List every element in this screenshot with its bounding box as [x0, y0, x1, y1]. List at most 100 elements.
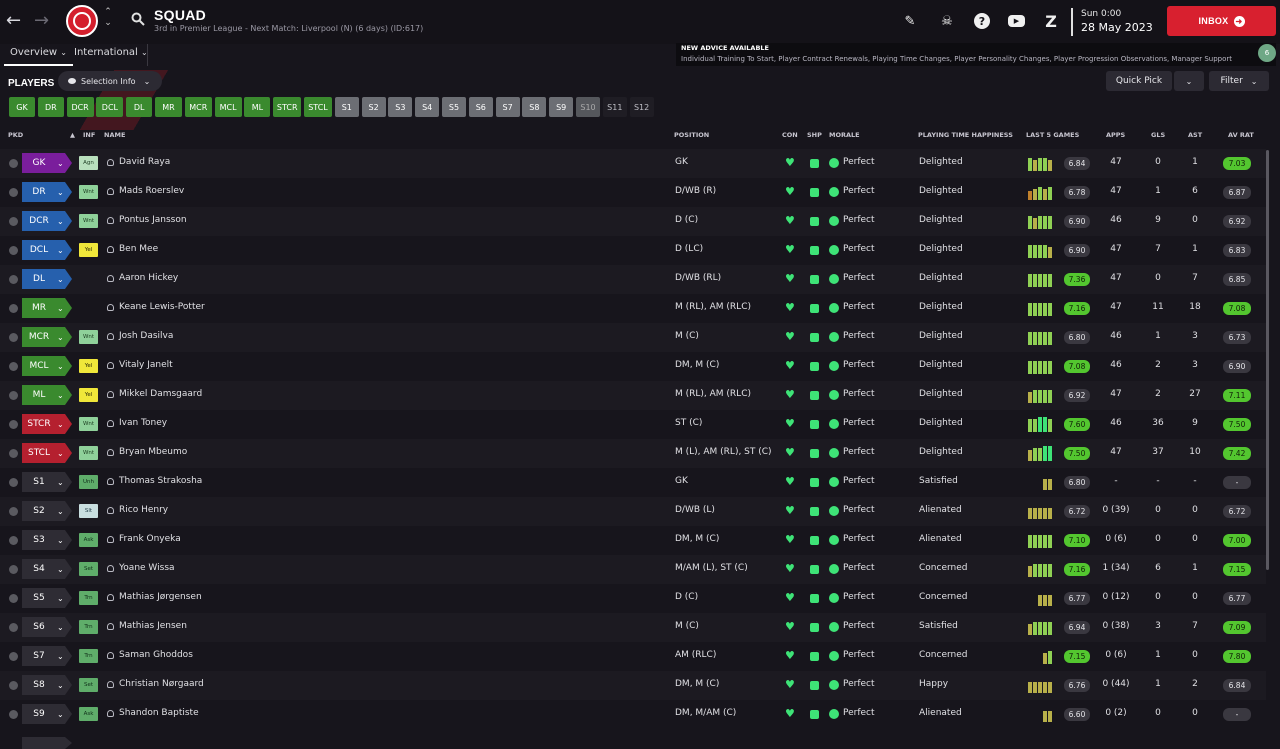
- player-name[interactable]: Pontus Jansson: [119, 215, 187, 225]
- player-name[interactable]: Ben Mee: [119, 244, 158, 254]
- table-row[interactable]: ML ⌄ Yel Mikkel Damsgaard M (RL), AM (RLC) ♥ P…: [0, 381, 1266, 410]
- position-selector[interactable]: MCR ⌄: [22, 327, 72, 347]
- advice-banner[interactable]: NEW ADVICE AVAILABLE Individual Training…: [676, 43, 1276, 66]
- player-name[interactable]: Mathias Jensen: [119, 621, 187, 631]
- influence-badge[interactable]: Yel: [79, 388, 98, 402]
- player-name[interactable]: Rico Henry: [119, 505, 168, 515]
- position-selector[interactable]: DCR ⌄: [22, 211, 72, 231]
- table-row[interactable]: S8 ⌄ Set Christian Nørgaard DM, M (C) ♥ Perfec…: [0, 671, 1266, 700]
- position-chip[interactable]: GK: [9, 97, 35, 117]
- influence-badge[interactable]: Trn: [79, 591, 98, 605]
- position-selector[interactable]: S5 ⌄: [22, 588, 72, 608]
- position-selector[interactable]: S6 ⌄: [22, 617, 72, 637]
- scrollbar[interactable]: [1266, 150, 1269, 570]
- position-chip[interactable]: S8: [522, 97, 547, 117]
- player-name[interactable]: Bryan Mbeumo: [119, 447, 187, 457]
- table-row[interactable]: GK ⌄ Agn David Raya GK ♥ Perfect Delighted 6.84 4…: [0, 149, 1266, 178]
- influence-badge[interactable]: Yel: [79, 243, 98, 257]
- position-chip[interactable]: DCL: [96, 97, 124, 117]
- filter-button[interactable]: Filter ⌄: [1209, 71, 1269, 91]
- video-play-icon[interactable]: ▶: [1008, 15, 1025, 27]
- skull-ball-icon[interactable]: ☠: [938, 12, 956, 30]
- influence-badge[interactable]: Trn: [79, 649, 98, 663]
- pick-checkbox[interactable]: [9, 594, 18, 603]
- forward-arrow-icon[interactable]: →: [34, 10, 49, 31]
- table-row-partial[interactable]: [0, 729, 1266, 749]
- position-selector[interactable]: STCL ⌄: [22, 443, 72, 463]
- table-row[interactable]: STCR ⌄ Wnt Ivan Toney ST (C) ♥ Perfect Delighte…: [0, 410, 1266, 439]
- table-row[interactable]: MR ⌄ Keane Lewis-Potter M (RL), AM (RLC) ♥ Pe…: [0, 294, 1266, 323]
- pick-checkbox[interactable]: [9, 652, 18, 661]
- influence-badge[interactable]: Set: [79, 562, 98, 576]
- table-row[interactable]: S5 ⌄ Trn Mathias Jørgensen D (C) ♥ Perfect Conc…: [0, 584, 1266, 613]
- col-inf[interactable]: INF: [83, 131, 95, 139]
- pick-checkbox[interactable]: [9, 333, 18, 342]
- pick-checkbox[interactable]: [9, 275, 18, 284]
- position-selector[interactable]: S1 ⌄: [22, 472, 72, 492]
- table-row[interactable]: S7 ⌄ Trn Saman Ghoddos AM (RLC) ♥ Perfect Conce…: [0, 642, 1266, 671]
- advice-count-badge[interactable]: 6: [1258, 44, 1276, 62]
- quick-pick-dropdown[interactable]: ⌄: [1174, 71, 1204, 91]
- position-chip[interactable]: MCR: [184, 97, 212, 117]
- position-chip[interactable]: S9: [549, 97, 574, 117]
- player-name[interactable]: Josh Dasilva: [119, 331, 173, 341]
- sort-asc-icon[interactable]: ▲: [70, 131, 75, 139]
- col-pkd[interactable]: PKD: [8, 131, 23, 139]
- search-icon[interactable]: [131, 12, 145, 26]
- influence-badge[interactable]: Slt: [79, 504, 98, 518]
- help-icon[interactable]: ?: [974, 13, 990, 29]
- table-row[interactable]: S2 ⌄ Slt Rico Henry D/WB (L) ♥ Perfect Alienate…: [0, 497, 1266, 526]
- player-name[interactable]: Christian Nørgaard: [119, 679, 204, 689]
- influence-badge[interactable]: Wnt: [79, 446, 98, 460]
- z-logo-icon[interactable]: Z: [1042, 12, 1060, 31]
- influence-badge[interactable]: Set: [79, 678, 98, 692]
- col-gls[interactable]: GLS: [1151, 131, 1165, 139]
- quick-pick-button[interactable]: Quick Pick: [1106, 71, 1172, 91]
- position-chip[interactable]: S3: [388, 97, 413, 117]
- position-selector[interactable]: STCR ⌄: [22, 414, 72, 434]
- col-con[interactable]: CON: [782, 131, 798, 139]
- table-row[interactable]: S9 ⌄ Ask Shandon Baptiste DM, M/AM (C) ♥ Perfe…: [0, 700, 1266, 729]
- player-name[interactable]: Saman Ghoddos: [119, 650, 193, 660]
- player-name[interactable]: Keane Lewis-Potter: [119, 302, 205, 312]
- influence-badge[interactable]: Wnt: [79, 330, 98, 344]
- col-shp[interactable]: SHP: [807, 131, 822, 139]
- tab-overview[interactable]: Overview ⌄: [4, 46, 73, 66]
- pick-checkbox[interactable]: [9, 507, 18, 516]
- position-chip[interactable]: S6: [468, 97, 493, 117]
- position-selector[interactable]: ML ⌄: [22, 385, 72, 405]
- pick-checkbox[interactable]: [9, 681, 18, 690]
- table-row[interactable]: MCL ⌄ Yel Vitaly Janelt DM, M (C) ♥ Perfect Del…: [0, 352, 1266, 381]
- table-row[interactable]: DCR ⌄ Wnt Pontus Jansson D (C) ♥ Perfect Deligh…: [0, 207, 1266, 236]
- table-row[interactable]: DCL ⌄ Yel Ben Mee D (LC) ♥ Perfect Delighted 6.9…: [0, 236, 1266, 265]
- tab-international[interactable]: International ⌄: [70, 46, 152, 66]
- influence-badge[interactable]: Wnt: [79, 417, 98, 431]
- player-name[interactable]: David Raya: [119, 157, 170, 167]
- influence-badge[interactable]: Agn: [79, 156, 98, 170]
- position-chip[interactable]: S11: [602, 97, 627, 117]
- position-selector[interactable]: DCL ⌄: [22, 240, 72, 260]
- edit-pencil-icon[interactable]: ✎: [901, 12, 919, 30]
- table-row[interactable]: S1 ⌄ Unh Thomas Strakosha GK ♥ Perfect Satisfie…: [0, 468, 1266, 497]
- player-name[interactable]: Shandon Baptiste: [119, 708, 199, 718]
- pick-checkbox[interactable]: [9, 246, 18, 255]
- selection-info-dropdown[interactable]: Selection Info ⌄: [58, 71, 162, 91]
- position-chip[interactable]: MR: [155, 97, 182, 117]
- player-name[interactable]: Ivan Toney: [119, 418, 167, 428]
- influence-badge[interactable]: Wnt: [79, 185, 98, 199]
- position-chip[interactable]: S7: [495, 97, 520, 117]
- inbox-button[interactable]: INBOX ➜: [1167, 6, 1276, 36]
- club-crest-icon[interactable]: [66, 5, 98, 37]
- position-selector[interactable]: S8 ⌄: [22, 675, 72, 695]
- position-chip[interactable]: S10: [576, 97, 600, 117]
- player-name[interactable]: Mikkel Damsgaard: [119, 389, 202, 399]
- player-name[interactable]: Vitaly Janelt: [119, 360, 173, 370]
- player-name[interactable]: Thomas Strakosha: [119, 476, 202, 486]
- pick-checkbox[interactable]: [9, 391, 18, 400]
- player-name[interactable]: Frank Onyeka: [119, 534, 181, 544]
- influence-badge[interactable]: Trn: [79, 620, 98, 634]
- position-chip[interactable]: MCL: [214, 97, 242, 117]
- pick-checkbox[interactable]: [9, 304, 18, 313]
- position-chip[interactable]: STCL: [304, 97, 332, 117]
- player-name[interactable]: Aaron Hickey: [119, 273, 178, 283]
